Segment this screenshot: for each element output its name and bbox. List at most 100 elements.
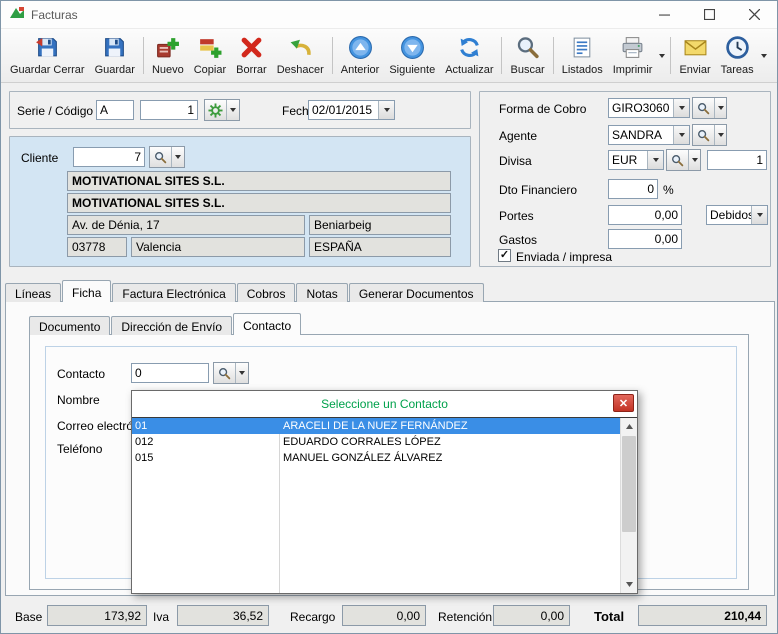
maximize-button[interactable] — [687, 1, 732, 28]
scroll-down-button[interactable] — [621, 576, 637, 593]
toolbar-imprimir-button[interactable]: Imprimir — [608, 31, 658, 80]
chevron-down-icon — [647, 151, 663, 169]
toolbar-actualizar-button[interactable]: Actualizar — [440, 31, 498, 80]
forma-cobro-search-button[interactable] — [692, 97, 727, 119]
toolbar-guardar-cerrar-button[interactable]: Guardar Cerrar — [5, 31, 90, 80]
tareas-menu-arrow[interactable] — [759, 31, 769, 80]
toolbar: Guardar Cerrar Guardar Nuevo Copiar Borr… — [1, 29, 777, 83]
modal-scrollbar[interactable] — [620, 418, 637, 593]
dto-financiero-input[interactable] — [608, 179, 658, 199]
toolbar-buscar-button[interactable]: Buscar — [505, 31, 549, 80]
gastos-input[interactable] — [608, 229, 682, 249]
toolbar-deshacer-button[interactable]: Deshacer — [272, 31, 329, 80]
app-window: Facturas Guardar Cerrar Guardar Nuevo Co… — [0, 0, 778, 634]
copy-icon — [197, 35, 222, 64]
serie-codigo-label: Serie / Código — [17, 104, 93, 118]
arrow-down-icon — [626, 582, 633, 587]
tab-cobros[interactable]: Cobros — [237, 283, 296, 302]
toolbar-label: Copiar — [194, 64, 226, 76]
gear-icon — [205, 100, 226, 120]
portes-tipo-combobox[interactable]: Debidos — [706, 205, 768, 225]
agente-label: Agente — [499, 129, 537, 143]
contact-picker-dialog: Seleccione un Contacto ✕ 01 ARACELI DE L… — [131, 390, 638, 594]
scroll-up-button[interactable] — [621, 418, 637, 435]
serie-input[interactable] — [96, 100, 134, 120]
dialog-close-button[interactable]: ✕ — [613, 394, 634, 412]
chevron-down-icon — [171, 147, 183, 167]
contact-name: EDUARDO CORRALES LÓPEZ — [279, 434, 620, 450]
toolbar-label: Buscar — [510, 64, 544, 76]
refresh-icon — [457, 35, 482, 64]
chevron-down-icon — [714, 125, 726, 145]
contacto-input[interactable] — [131, 363, 209, 383]
close-window-button[interactable] — [732, 1, 777, 28]
client-province-field: Valencia — [131, 237, 305, 257]
imprimir-menu-arrow[interactable] — [657, 31, 667, 80]
contact-row[interactable]: 01 ARACELI DE LA NUEZ FERNÁNDEZ — [132, 418, 620, 434]
agente-search-button[interactable] — [692, 124, 727, 146]
forma-cobro-value: GIRO3060 — [609, 99, 673, 117]
iva-field: 36,52 — [177, 605, 269, 626]
client-address-field: Av. de Dénia, 17 — [67, 215, 305, 235]
subtab-direccion-envio[interactable]: Dirección de Envío — [111, 316, 232, 335]
forma-cobro-combobox[interactable]: GIRO3060 — [608, 98, 690, 118]
next-icon — [400, 35, 425, 64]
chevron-down-icon — [673, 99, 689, 117]
titlebar: Facturas — [1, 1, 777, 29]
toolbar-anterior-button[interactable]: Anterior — [336, 31, 385, 80]
toolbar-label: Siguiente — [389, 64, 435, 76]
subtab-contacto[interactable]: Contacto — [233, 313, 301, 335]
contact-row[interactable]: 012 EDUARDO CORRALES LÓPEZ — [132, 434, 620, 450]
divisa-search-button[interactable] — [666, 149, 701, 171]
enviada-label: Enviada / impresa — [516, 250, 612, 264]
serie-options-button[interactable] — [204, 99, 240, 121]
contacto-search-button[interactable] — [213, 362, 249, 384]
chevron-down-icon — [235, 363, 247, 383]
search-icon — [214, 363, 235, 383]
tab-lineas[interactable]: Líneas — [5, 283, 61, 302]
portes-input[interactable] — [608, 205, 682, 225]
save-close-icon — [35, 35, 60, 64]
cliente-search-button[interactable] — [149, 146, 185, 168]
toolbar-siguiente-button[interactable]: Siguiente — [384, 31, 440, 80]
contact-list: 01 ARACELI DE LA NUEZ FERNÁNDEZ 012 EDUA… — [132, 418, 620, 593]
contacto-label: Contacto — [57, 367, 105, 381]
arrow-up-icon — [626, 424, 633, 429]
toolbar-enviar-button[interactable]: Enviar — [674, 31, 715, 80]
enviada-checkbox[interactable]: ✓ — [498, 249, 511, 262]
agente-combobox[interactable]: SANDRA — [608, 125, 690, 145]
toolbar-guardar-button[interactable]: Guardar — [90, 31, 140, 80]
toolbar-nuevo-button[interactable]: Nuevo — [147, 31, 189, 80]
client-name-field: MOTIVATIONAL SITES S.L. — [67, 171, 451, 191]
tab-factura-electronica[interactable]: Factura Electrónica — [112, 283, 235, 302]
divisa-value: EUR — [609, 151, 647, 169]
divisa-rate-input[interactable] — [707, 150, 767, 170]
minimize-button[interactable] — [642, 1, 687, 28]
window-title: Facturas — [31, 8, 78, 22]
toolbar-tareas-button[interactable]: Tareas — [716, 31, 759, 80]
telefono-label: Teléfono — [57, 442, 102, 456]
toolbar-listados-button[interactable]: Listados — [557, 31, 608, 80]
toolbar-label: Actualizar — [445, 64, 493, 76]
minimize-icon — [659, 9, 670, 20]
toolbar-copiar-button[interactable]: Copiar — [189, 31, 231, 80]
chevron-down-icon — [714, 98, 726, 118]
tab-generar-documentos[interactable]: Generar Documentos — [349, 283, 484, 302]
codigo-input[interactable] — [140, 100, 198, 120]
cliente-label: Cliente — [21, 151, 58, 165]
close-icon — [749, 9, 760, 20]
tab-notas[interactable]: Notas — [296, 283, 347, 302]
toolbar-label: Nuevo — [152, 64, 184, 76]
contact-row[interactable]: 015 MANUEL GONZÁLEZ ÁLVAREZ — [132, 450, 620, 466]
contact-code: 01 — [132, 418, 279, 434]
toolbar-borrar-button[interactable]: Borrar — [231, 31, 272, 80]
tab-ficha[interactable]: Ficha — [62, 280, 111, 302]
contact-code: 012 — [132, 434, 279, 450]
fecha-combobox[interactable]: 02/01/2015 — [308, 100, 395, 120]
toolbar-separator — [553, 37, 554, 74]
scrollbar-thumb[interactable] — [622, 436, 636, 532]
divisa-combobox[interactable]: EUR — [608, 150, 664, 170]
subtab-documento[interactable]: Documento — [29, 316, 110, 335]
toolbar-separator — [501, 37, 502, 74]
cliente-code-input[interactable] — [73, 147, 145, 167]
